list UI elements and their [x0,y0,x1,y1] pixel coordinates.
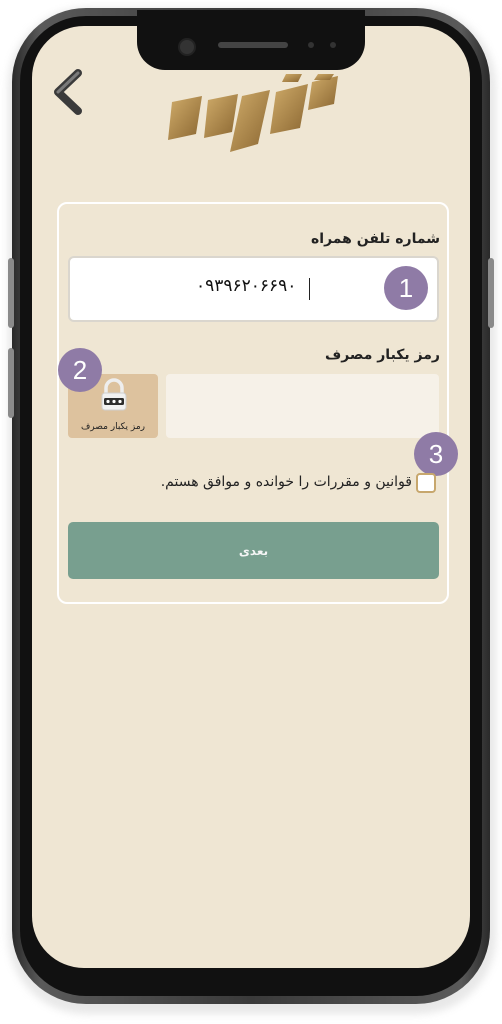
next-button-label: بعدی [238,543,269,558]
earpiece-speaker [218,42,288,48]
volume-down-button [8,348,14,418]
text-caret [309,278,310,300]
phone-number-value: ۰۹۳۹۶۲۰۶۶۹۰ [196,276,297,296]
sensor [330,42,336,48]
terms-text: قوانین و مقررات را خوانده و موافق هستم. [160,474,412,490]
front-camera [178,38,196,56]
back-button[interactable] [48,68,86,116]
sensor [308,42,314,48]
brand-logo [168,74,338,152]
step-badge-3: 3 [414,432,458,476]
power-button [488,258,494,328]
lock-icon [101,378,127,411]
otp-input[interactable] [166,374,439,438]
phone-label: شماره تلفن همراه [311,231,440,247]
step-badge-2: 2 [58,348,102,392]
volume-up-button [8,258,14,328]
next-button[interactable]: بعدی [68,522,439,579]
step-badge-1: 1 [384,266,428,310]
notch [137,10,365,70]
chevron-left-icon [54,69,82,115]
terms-checkbox[interactable] [416,473,436,493]
otp-label: رمز یکبار مصرف [324,347,440,363]
otp-button-label: رمز یکبار مصرف [80,422,146,432]
